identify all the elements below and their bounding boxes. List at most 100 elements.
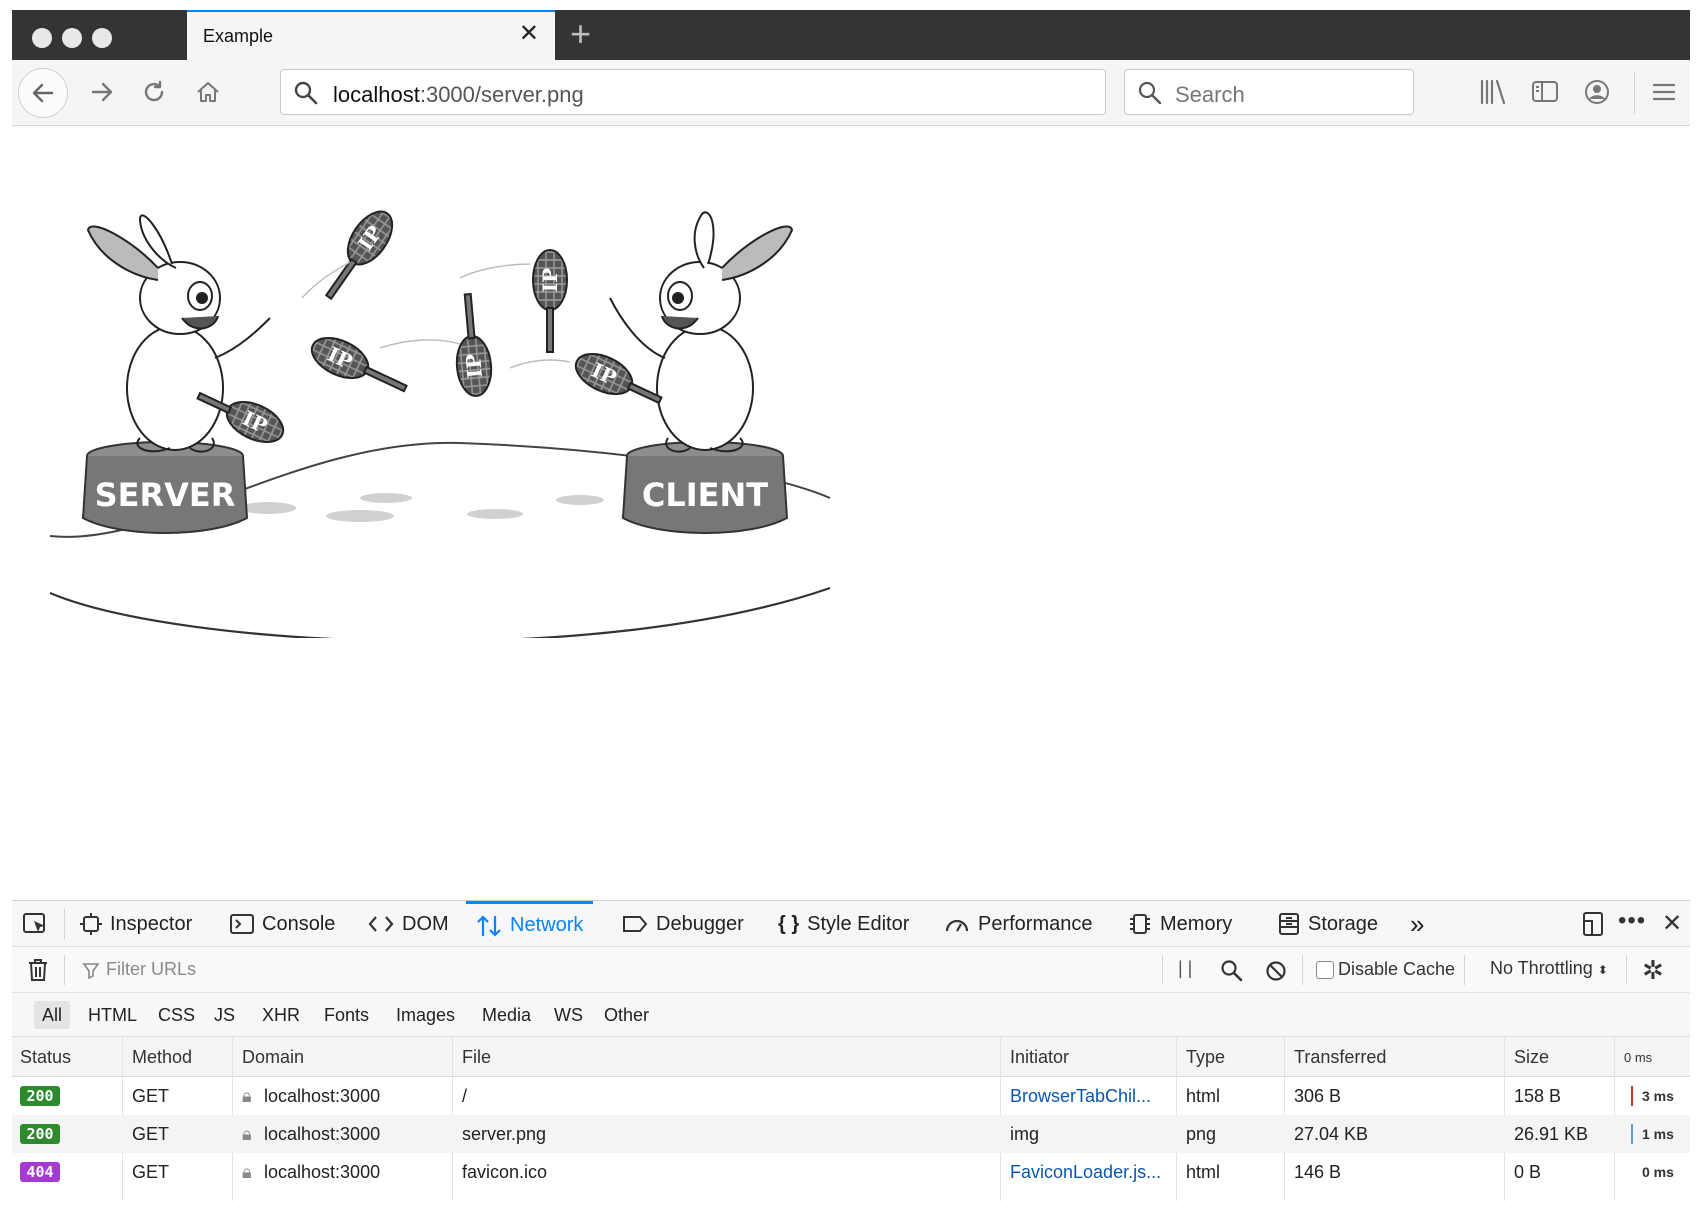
toolbar-divider xyxy=(1302,955,1303,985)
minimize-window-button[interactable] xyxy=(62,28,82,48)
settings-gear-icon[interactable]: ✲ xyxy=(1642,955,1664,986)
file-cell: favicon.ico xyxy=(462,1162,548,1182)
close-tab-icon[interactable]: ✕ xyxy=(519,22,539,46)
type-ws-button[interactable]: WS xyxy=(546,1001,591,1029)
type-js-button[interactable]: JS xyxy=(206,1001,243,1029)
column-header-type[interactable]: Type xyxy=(1186,1047,1225,1068)
menu-icon[interactable] xyxy=(1650,78,1678,106)
toolbar-divider xyxy=(64,909,65,939)
disable-cache-label: Disable Cache xyxy=(1338,959,1456,979)
tab-memory[interactable]: Memory xyxy=(1128,901,1232,947)
file-cell: server.png xyxy=(462,1124,547,1144)
table-row[interactable]: 200 GET 🔒︎ localhost:3000 server.png img… xyxy=(12,1115,1690,1153)
size-cell: 0 B xyxy=(1514,1162,1542,1182)
method-cell: GET xyxy=(132,1124,170,1144)
status-badge: 200 xyxy=(20,1086,60,1106)
type-fonts-button[interactable]: Fonts xyxy=(316,1001,377,1029)
select-arrows-icon: ⬍ xyxy=(1597,963,1608,977)
timing-cell: 1 ms xyxy=(1642,1126,1674,1142)
type-html-button[interactable]: HTML xyxy=(80,1001,145,1029)
devtools-toolbar: Inspector Console DOM Network Debugger {… xyxy=(12,901,1690,947)
table-row[interactable]: 404 GET 🔒︎ localhost:3000 favicon.ico Fa… xyxy=(12,1153,1690,1191)
type-images-button[interactable]: Images xyxy=(388,1001,463,1029)
navigation-bar: localhost:3000/server.png Search xyxy=(12,60,1690,126)
title-bar: Example ✕ + xyxy=(12,10,1690,60)
disable-cache-checkbox[interactable] xyxy=(1316,961,1334,979)
domain-cell: localhost:3000 xyxy=(264,1086,381,1106)
tab-storage[interactable]: Storage xyxy=(1278,901,1378,947)
reload-button[interactable] xyxy=(134,72,174,112)
browser-tab[interactable]: Example ✕ xyxy=(187,10,555,60)
dock-side-icon[interactable] xyxy=(1580,911,1606,937)
browser-window: Example ✕ + localhost:3000/server.png Se… xyxy=(12,10,1690,1201)
toolbar-divider xyxy=(1626,955,1627,985)
tab-performance[interactable]: Performance xyxy=(944,901,1093,947)
initiator-link[interactable]: FaviconLoader.js... xyxy=(1010,1162,1161,1183)
network-filter-bar: Filter URLs | | Disable Cache No Throttl… xyxy=(12,947,1690,993)
column-header-transferred[interactable]: Transferred xyxy=(1294,1047,1386,1068)
column-header-size[interactable]: Size xyxy=(1514,1047,1549,1068)
more-tools-chevron-icon[interactable]: » xyxy=(1410,901,1424,947)
pause-button[interactable]: | | xyxy=(1178,958,1192,979)
home-button[interactable] xyxy=(188,72,228,112)
url-bar[interactable]: localhost:3000/server.png xyxy=(280,69,1106,115)
column-header-file[interactable]: File xyxy=(462,1047,491,1068)
filter-urls-input[interactable]: Filter URLs xyxy=(106,959,196,980)
zoom-window-button[interactable] xyxy=(92,28,112,48)
toolbar-divider xyxy=(1162,955,1163,985)
trash-icon[interactable] xyxy=(26,957,50,983)
page-content: SERVER CLIENT IP IP IP IP IP IP xyxy=(12,126,1690,900)
throttling-select[interactable]: No Throttling ⬍ xyxy=(1490,958,1608,979)
library-icon[interactable] xyxy=(1478,78,1508,106)
memory-icon xyxy=(1130,914,1150,934)
block-icon[interactable] xyxy=(1264,959,1288,983)
more-options-icon[interactable]: ••• xyxy=(1618,907,1646,935)
type-cell: png xyxy=(1186,1124,1217,1144)
tab-style-editor[interactable]: { } Style Editor xyxy=(778,901,909,947)
type-css-button[interactable]: CSS xyxy=(150,1001,203,1029)
back-button[interactable] xyxy=(18,68,68,118)
timing-cell: 3 ms xyxy=(1642,1088,1674,1104)
transferred-cell: 27.04 KB xyxy=(1294,1124,1369,1144)
element-picker-icon[interactable] xyxy=(22,911,50,937)
column-header-method[interactable]: Method xyxy=(132,1047,192,1068)
type-all-button[interactable]: All xyxy=(34,1001,71,1029)
tab-label: Memory xyxy=(1160,912,1233,935)
type-other-button[interactable]: Other xyxy=(596,1001,657,1029)
column-header-domain[interactable]: Domain xyxy=(242,1047,304,1068)
type-media-button[interactable]: Media xyxy=(474,1001,539,1029)
url-host: localhost xyxy=(333,82,420,107)
table-row[interactable]: 200 GET 🔒︎ localhost:3000 / BrowserTabCh… xyxy=(12,1077,1690,1115)
storage-icon xyxy=(1279,913,1299,935)
url-path: :3000/server.png xyxy=(419,82,584,107)
search-bar[interactable]: Search xyxy=(1124,69,1414,115)
account-icon[interactable] xyxy=(1582,78,1612,106)
tab-debugger[interactable]: Debugger xyxy=(622,901,744,947)
tab-label: Performance xyxy=(978,912,1093,935)
column-header-waterfall[interactable]: 0 ms xyxy=(1624,1050,1652,1065)
home-icon xyxy=(197,82,219,102)
type-xhr-button[interactable]: XHR xyxy=(254,1001,308,1029)
column-header-initiator[interactable]: Initiator xyxy=(1010,1047,1069,1068)
new-tab-icon[interactable]: + xyxy=(570,14,591,54)
forward-button[interactable] xyxy=(82,72,122,112)
tab-dom[interactable]: DOM xyxy=(368,901,449,947)
method-cell: GET xyxy=(132,1086,170,1106)
initiator-link[interactable]: BrowserTabChil... xyxy=(1010,1086,1151,1107)
tab-inspector[interactable]: Inspector xyxy=(80,901,192,947)
network-icon xyxy=(477,914,501,937)
domain-cell: localhost:3000 xyxy=(264,1162,381,1182)
tab-console[interactable]: Console xyxy=(230,901,335,947)
inspector-icon xyxy=(80,913,102,935)
console-icon xyxy=(230,914,254,934)
search-icon[interactable] xyxy=(1220,959,1244,983)
requests-table-header: Status Method Domain File Initiator Type… xyxy=(12,1037,1690,1077)
transferred-cell: 146 B xyxy=(1294,1162,1342,1182)
sidebar-icon[interactable] xyxy=(1530,78,1560,106)
close-devtools-icon[interactable]: ✕ xyxy=(1662,909,1682,938)
tab-network[interactable]: Network xyxy=(466,901,594,947)
close-window-button[interactable] xyxy=(32,28,52,48)
reload-icon xyxy=(144,80,164,102)
column-header-status[interactable]: Status xyxy=(20,1047,71,1068)
debugger-icon xyxy=(623,916,648,932)
